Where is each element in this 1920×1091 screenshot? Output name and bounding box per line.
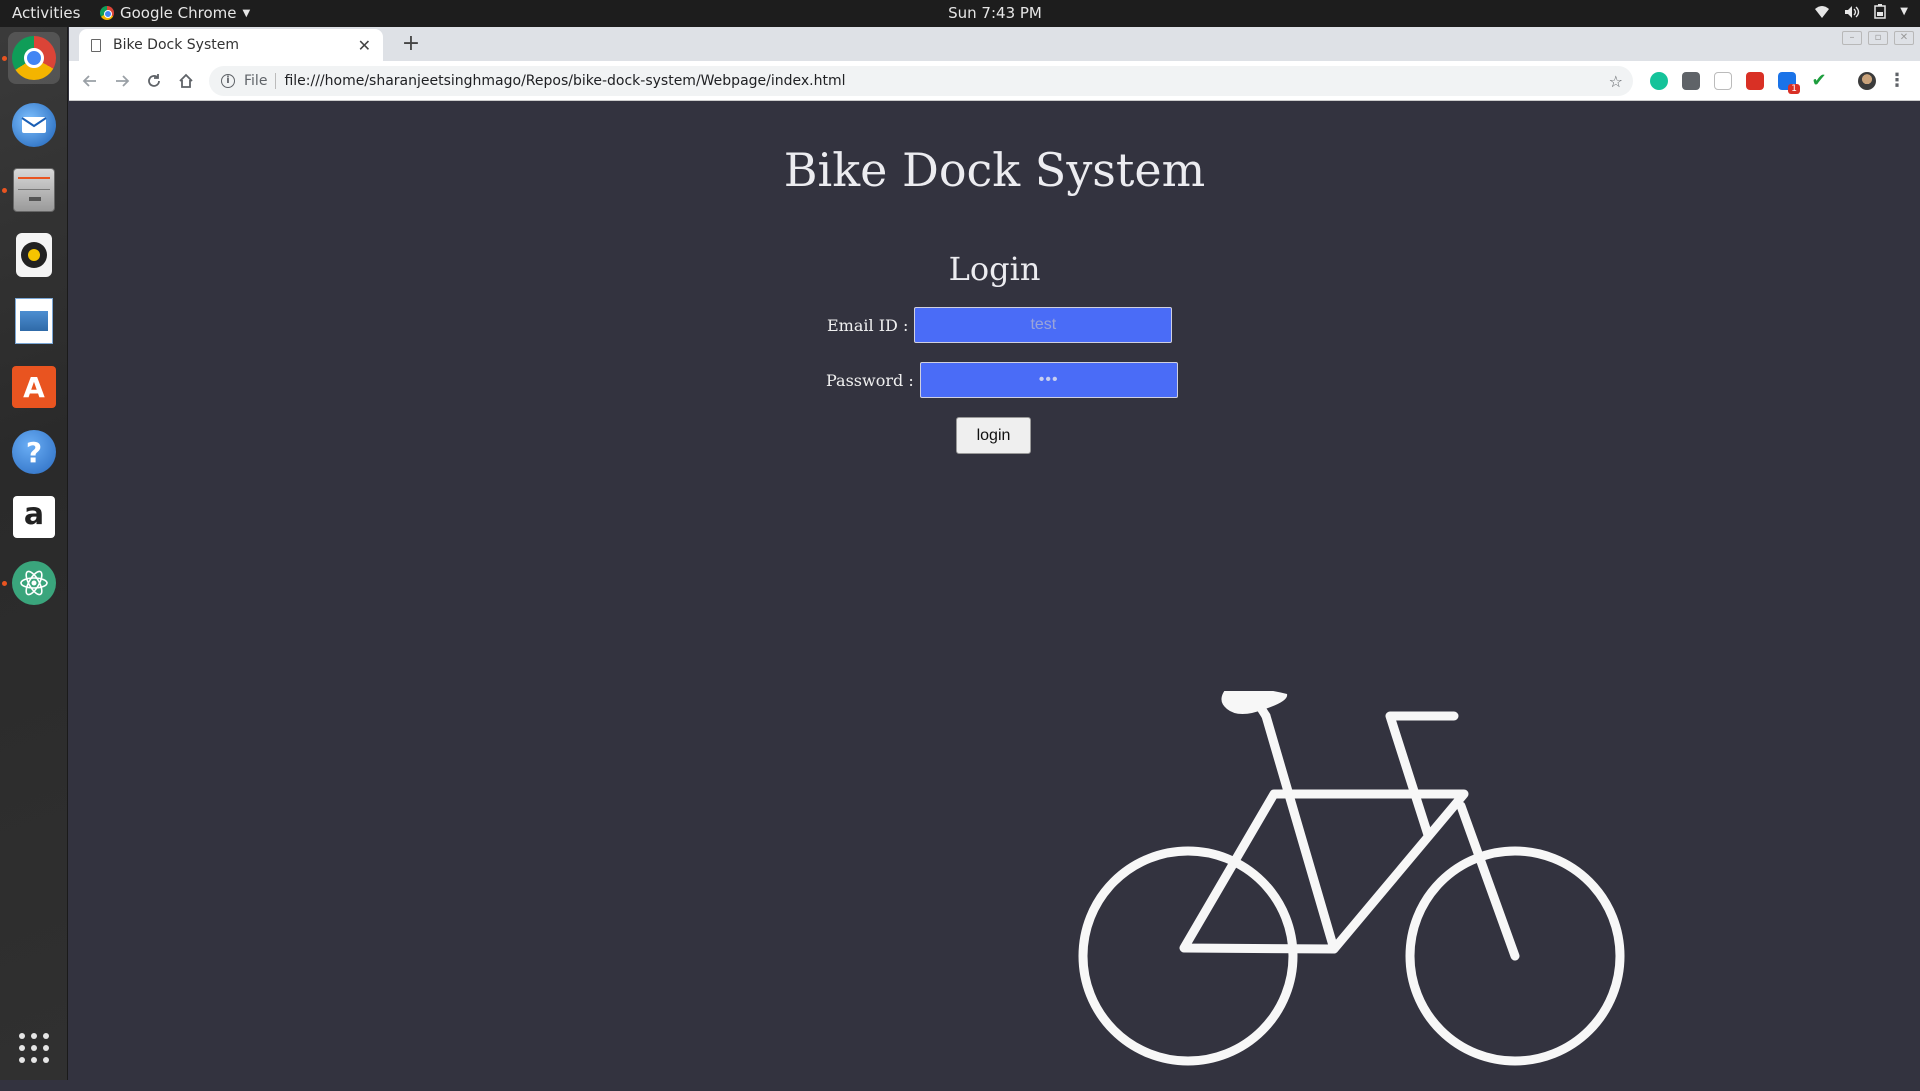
gnome-top-bar: Activities Google Chrome ▼ Sun 7:43 PM ▼ (0, 0, 1920, 27)
profile-avatar[interactable] (1858, 72, 1876, 90)
system-tray[interactable]: ▼ (1814, 4, 1908, 19)
reload-icon (148, 74, 160, 87)
browser-toolbar: i File file:///home/sharanjeetsinghmago/… (69, 61, 1920, 101)
tab-title: Bike Dock System (113, 37, 239, 53)
mail-extension-icon[interactable] (1682, 72, 1700, 90)
password-label: Password : (826, 370, 914, 390)
check-extension-icon[interactable]: ✔ (1810, 72, 1828, 90)
more-menu-icon[interactable]: ⋮ (1888, 70, 1906, 91)
battery-icon (1874, 4, 1887, 19)
document-icon (91, 38, 101, 52)
new-tab-button[interactable]: + (397, 31, 425, 59)
page-content: Bike Dock System Login Email ID : Passwo… (69, 101, 1920, 1080)
restore-button[interactable]: ▫ (1868, 31, 1888, 45)
login-heading: Login (948, 250, 1041, 288)
layout-extension-icon[interactable] (1714, 72, 1732, 90)
close-icon[interactable]: ✕ (358, 36, 371, 55)
tab-strip: Bike Dock System ✕ + – ▫ ✕ (69, 27, 1920, 61)
email-label: Email ID : (827, 315, 909, 335)
amazon-icon: a (13, 496, 55, 538)
page-title: Bike Dock System (783, 143, 1206, 197)
arrow-right-icon (116, 75, 130, 87)
home-icon (179, 73, 193, 88)
dock-chrome[interactable] (8, 32, 60, 84)
chevron-down-icon: ▼ (1900, 6, 1908, 17)
linkedin-extension-icon[interactable]: 1 (1778, 72, 1800, 94)
dock-help[interactable]: ? (8, 426, 60, 478)
email-row: Email ID : (827, 307, 1173, 343)
dock-thunderbird[interactable] (8, 99, 60, 151)
extension-badge: 1 (1788, 84, 1800, 94)
forward-button[interactable] (109, 68, 135, 94)
running-indicator (2, 581, 7, 586)
scheme-label: File (244, 73, 277, 89)
video-extension-icon[interactable] (1746, 72, 1764, 90)
chrome-icon (12, 36, 56, 80)
email-field[interactable] (914, 307, 1173, 343)
dock-show-apps[interactable] (8, 1022, 60, 1074)
dock-impress[interactable] (8, 295, 60, 347)
bookmark-star-icon[interactable]: ☆ (1609, 72, 1623, 91)
rhythmbox-icon (16, 233, 52, 277)
dock-rhythmbox[interactable] (8, 229, 60, 281)
url-text[interactable]: file:///home/sharanjeetsinghmago/Repos/b… (284, 73, 1608, 89)
files-icon (13, 168, 55, 212)
dock-software[interactable]: A (8, 361, 60, 413)
home-button[interactable] (173, 68, 199, 94)
tab-bike-dock-system[interactable]: Bike Dock System ✕ (79, 29, 383, 61)
password-field[interactable] (919, 362, 1178, 398)
dock-atom[interactable] (8, 557, 60, 609)
show-apps-icon (19, 1033, 49, 1063)
bicycle-illustration (1078, 691, 1625, 1066)
window-controls: – ▫ ✕ (1842, 31, 1914, 45)
info-icon[interactable]: i (221, 74, 235, 88)
close-window-button[interactable]: ✕ (1894, 31, 1914, 45)
volume-icon (1845, 5, 1860, 18)
help-icon: ? (12, 430, 56, 474)
atom-icon (12, 561, 56, 605)
address-bar[interactable]: i File file:///home/sharanjeetsinghmago/… (209, 66, 1633, 96)
minimize-button[interactable]: – (1842, 31, 1862, 45)
reload-button[interactable] (141, 68, 167, 94)
libreoffice-impress-icon (15, 298, 53, 344)
running-indicator (2, 188, 7, 193)
wifi-icon (1815, 5, 1830, 18)
password-row: Password : (826, 362, 1178, 398)
arrow-left-icon (82, 75, 96, 87)
back-button[interactable] (77, 68, 103, 94)
browser-frame: Bike Dock System ✕ + – ▫ ✕ i File file:/… (69, 27, 1920, 101)
software-center-icon: A (12, 366, 56, 408)
dock-amazon[interactable]: a (8, 491, 60, 543)
dock-files[interactable] (8, 164, 60, 216)
thunderbird-icon (12, 103, 56, 147)
grammarly-icon[interactable] (1650, 72, 1668, 90)
login-button[interactable]: login (956, 417, 1031, 454)
ubuntu-dock: A ? a (0, 27, 68, 1080)
clock[interactable]: Sun 7:43 PM (0, 4, 1920, 22)
running-indicator (2, 56, 7, 61)
